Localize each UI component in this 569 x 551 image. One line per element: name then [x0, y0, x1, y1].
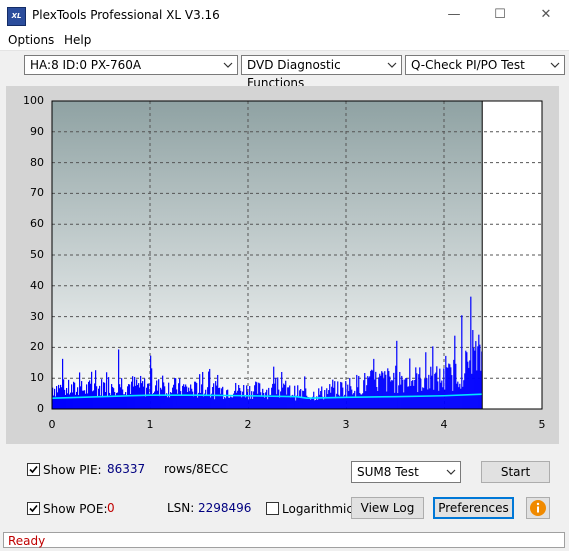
lsn-value: 2298496 — [198, 501, 252, 515]
y-tick-label: 0 — [37, 402, 44, 415]
rows-label: rows/8ECC — [164, 462, 229, 476]
y-tick-label: 90 — [30, 124, 44, 138]
x-tick-label: 1 — [146, 418, 154, 431]
y-tick-label: 60 — [30, 217, 44, 231]
status-text: Ready — [8, 534, 46, 548]
checkmark-icon — [29, 465, 38, 474]
status-box: Ready — [3, 532, 565, 548]
preferences-label: Preferences — [438, 501, 509, 515]
y-tick-label: 30 — [30, 309, 44, 323]
info-icon — [530, 500, 546, 516]
lsn-label: LSN: — [167, 501, 195, 515]
y-tick-label: 40 — [30, 278, 44, 292]
show-pie-label: Show PIE: — [43, 463, 102, 477]
x-tick-label: 5 — [538, 418, 546, 431]
y-tick-label: 10 — [30, 371, 44, 385]
logarithmic-checkbox[interactable] — [266, 502, 279, 515]
y-tick-label: 70 — [30, 186, 44, 200]
pie-value: 86337 — [107, 462, 146, 476]
start-button[interactable]: Start — [481, 461, 550, 483]
preferences-button[interactable]: Preferences — [433, 497, 514, 519]
view-log-label: View Log — [360, 501, 415, 515]
sum-test-value: SUM8 Test — [357, 465, 419, 479]
y-tick-label: 20 — [30, 340, 44, 354]
x-tick-label: 3 — [342, 418, 350, 431]
chevron-down-icon — [446, 469, 456, 475]
info-button[interactable] — [526, 497, 550, 519]
y-tick-label: 50 — [30, 248, 44, 261]
poe-value: 0 — [107, 501, 115, 515]
logarithmic-label: Logarithmic — [282, 502, 353, 516]
show-poe-label: Show POE: — [43, 502, 108, 516]
x-tick-label: 0 — [48, 418, 56, 431]
view-log-button[interactable]: View Log — [351, 497, 424, 519]
x-tick-label: 2 — [244, 418, 252, 431]
status-bar: Ready — [0, 530, 569, 551]
sum-test-select[interactable]: SUM8 Test — [351, 461, 461, 483]
start-button-label: Start — [500, 465, 531, 479]
show-poe-checkbox[interactable] — [27, 502, 40, 515]
show-pie-checkbox[interactable] — [27, 463, 40, 476]
checkmark-icon — [29, 504, 38, 513]
y-tick-label: 80 — [30, 155, 44, 169]
x-tick-label: 4 — [440, 418, 448, 431]
y-tick-label: 100 — [23, 94, 44, 107]
